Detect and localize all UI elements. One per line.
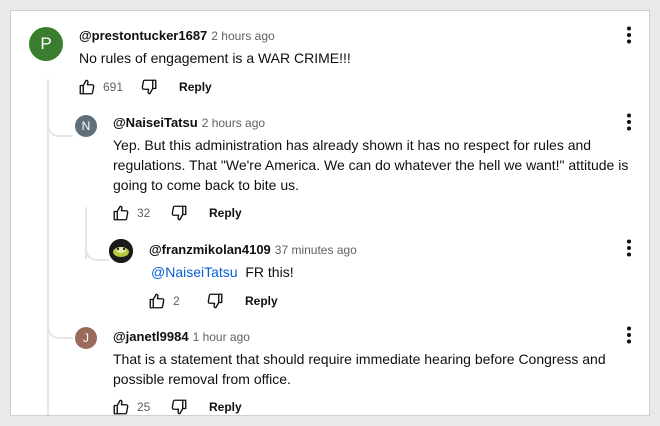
author-name[interactable]: @franzmikolan4109 (149, 242, 271, 257)
avatar[interactable] (109, 239, 133, 263)
more-vert-icon (627, 26, 631, 44)
dislike-button[interactable] (167, 395, 191, 415)
comment-actions: 2 Reply (145, 289, 278, 313)
reply-button[interactable]: Reply (209, 206, 242, 220)
author-name[interactable]: @NaiseiTatsu (113, 115, 198, 130)
timestamp[interactable]: 2 hours ago (211, 29, 274, 43)
comments-panel: P @prestontucker1687 2 hours ago No rules… (10, 10, 650, 416)
comment-header: @NaiseiTatsu 2 hours ago (113, 115, 265, 130)
like-count: 2 (173, 294, 180, 308)
comment-header: @prestontucker1687 2 hours ago (79, 28, 275, 43)
comment-actions: 691 Reply (75, 75, 212, 99)
comment-text: Yep. But this administration has already… (113, 137, 629, 193)
reply-button[interactable]: Reply (209, 400, 242, 414)
thumbs-up-icon (149, 293, 165, 309)
like-count: 691 (103, 80, 124, 94)
reply-button[interactable]: Reply (179, 80, 212, 94)
like-button[interactable] (109, 201, 133, 225)
thread-connector (47, 317, 73, 339)
comment-header: @franzmikolan4109 37 minutes ago (149, 242, 357, 257)
timestamp[interactable]: 1 hour ago (193, 330, 250, 344)
reply-button[interactable]: Reply (245, 294, 278, 308)
avatar[interactable]: P (29, 27, 63, 61)
comment-menu-button[interactable] (619, 238, 639, 258)
author-name[interactable]: @prestontucker1687 (79, 28, 207, 43)
thumbs-down-icon (141, 79, 157, 95)
timestamp[interactable]: 37 minutes ago (275, 243, 357, 257)
comment-text: No rules of engagement is a WAR CRIME!!! (79, 50, 351, 66)
more-vert-icon (627, 239, 631, 257)
avatar-letter: J (83, 331, 89, 345)
like-button[interactable] (75, 75, 99, 99)
mention-link[interactable]: @NaiseiTatsu (151, 264, 238, 280)
like-button[interactable] (109, 395, 133, 415)
avatar[interactable]: J (75, 327, 97, 349)
comment-actions: 32 Reply (109, 201, 242, 225)
comment-text: @NaiseiTatsu FR this! (151, 262, 631, 282)
comment-body: FR this! (245, 264, 294, 280)
avatar[interactable]: N (75, 115, 97, 137)
comment-actions: 25 Reply (109, 395, 242, 415)
thumbs-down-icon (171, 205, 187, 221)
comment-menu-button[interactable] (619, 325, 639, 345)
like-count: 32 (137, 206, 151, 220)
dislike-button[interactable] (137, 75, 161, 99)
thumbs-down-icon (207, 293, 223, 309)
like-button[interactable] (145, 289, 169, 313)
thumbs-up-icon (79, 79, 95, 95)
comment-menu-button[interactable] (619, 112, 639, 132)
more-vert-icon (627, 326, 631, 344)
more-vert-icon (627, 113, 631, 131)
avatar-image-icon (109, 239, 133, 263)
dislike-button[interactable] (167, 201, 191, 225)
thumbs-up-icon (113, 399, 129, 415)
dislike-button[interactable] (203, 289, 227, 313)
thumbs-down-icon (171, 399, 187, 415)
avatar-letter: P (40, 34, 52, 53)
timestamp[interactable]: 2 hours ago (202, 116, 265, 130)
avatar-letter: N (81, 119, 91, 133)
author-name[interactable]: @janetl9984 (113, 329, 189, 344)
like-count: 25 (137, 400, 151, 414)
thread-connector (47, 107, 73, 137)
comment-header: @janetl9984 1 hour ago (113, 329, 250, 344)
comment-text: That is a statement that should require … (113, 351, 606, 387)
comment-menu-button[interactable] (619, 25, 639, 45)
thumbs-up-icon (113, 205, 129, 221)
nested-thread-connector (85, 233, 109, 261)
